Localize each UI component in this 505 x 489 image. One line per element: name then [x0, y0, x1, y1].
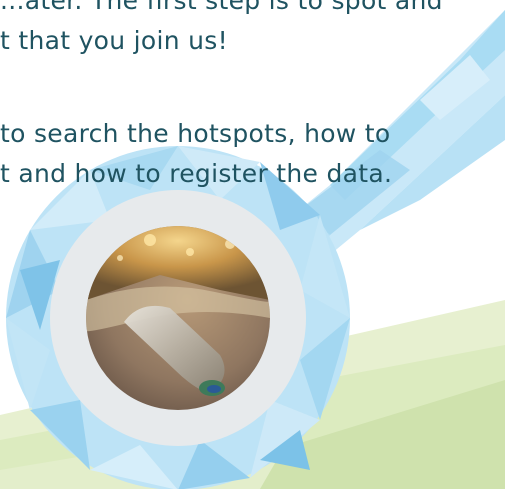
- paragraph-1-line-1: ...ater. The first step is to spot and: [0, 0, 443, 15]
- paragraph-2-line-2: t and how to register the data.: [0, 159, 393, 188]
- page-canvas: ...ater. The first step is to spot and t…: [0, 0, 505, 489]
- magnifier-illustration: [0, 10, 505, 489]
- beach-bottle-photo: [86, 226, 270, 410]
- paragraph-1-line-2: t that you join us!: [0, 26, 228, 55]
- paragraph-2-line-1: to search the hotspots, how to: [0, 119, 391, 148]
